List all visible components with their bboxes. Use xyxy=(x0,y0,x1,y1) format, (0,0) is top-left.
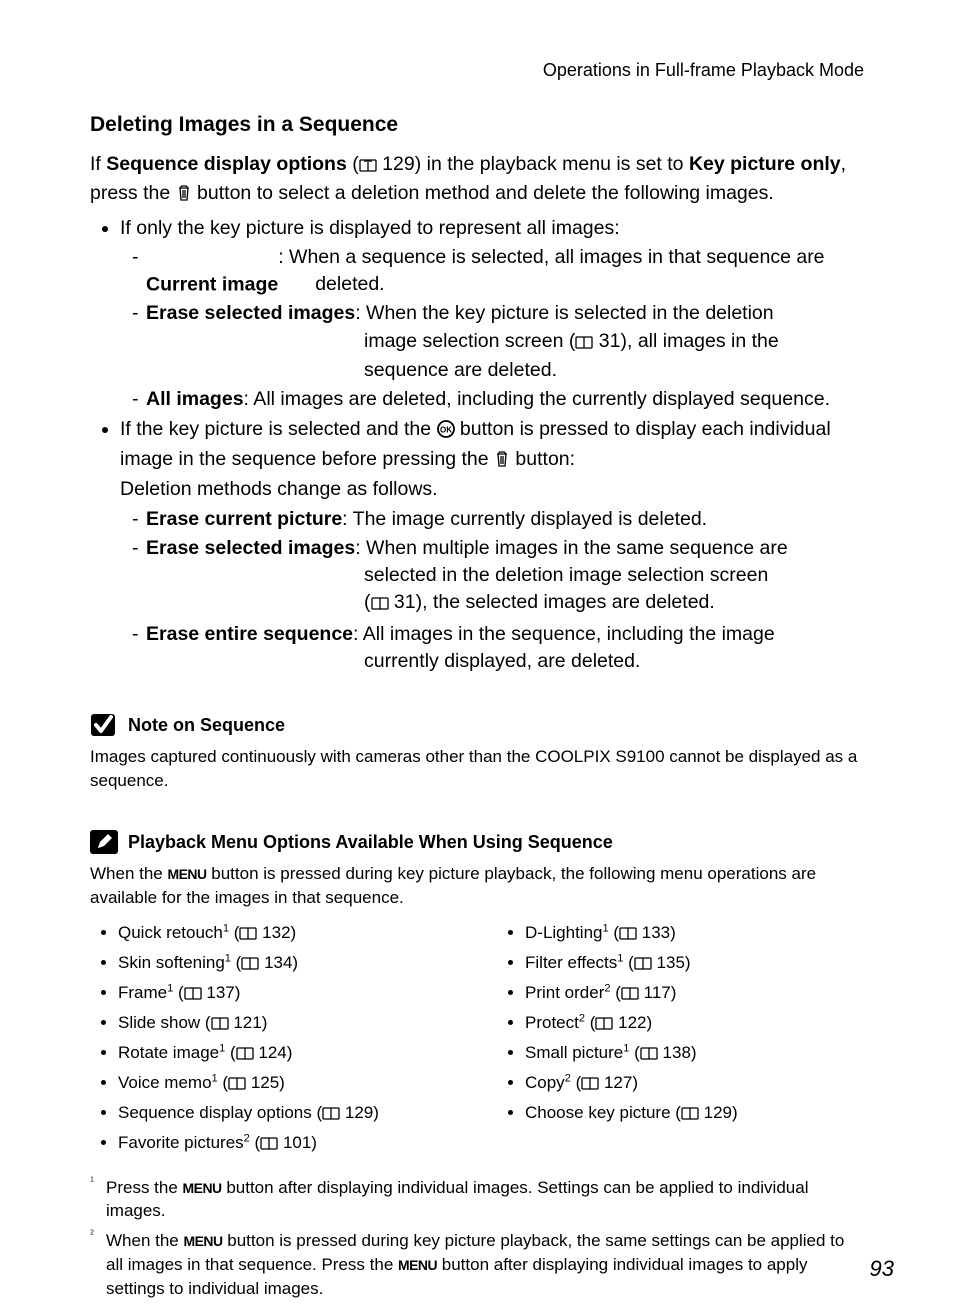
text: : When multiple images in the same seque… xyxy=(355,537,787,559)
page-ref: 31 xyxy=(599,330,621,352)
menu-option: Small picture1 ( 138) xyxy=(525,1039,864,1069)
menu-option: Slide show ( 121) xyxy=(118,1009,457,1039)
page-ref-icon xyxy=(211,1011,229,1039)
ok-icon: OK xyxy=(437,419,455,446)
page-ref-icon xyxy=(371,591,389,618)
menu-option: Copy2 ( 127) xyxy=(525,1069,864,1099)
footnote-1: 1 Press the MENU button after displaying… xyxy=(90,1176,864,1224)
label: Erase entire sequence xyxy=(146,623,353,645)
menu-option: Protect2 ( 122) xyxy=(525,1009,864,1039)
text: : When the key picture is selected in th… xyxy=(355,302,773,324)
bullet-individual-images: If the key picture is selected and the O… xyxy=(120,416,864,676)
running-header: Operations in Full-frame Playback Mode xyxy=(90,60,864,81)
menu-options-right: D-Lighting1 ( 133)Filter effects1 ( 135)… xyxy=(497,919,864,1129)
text: Press the xyxy=(106,1178,183,1197)
text: currently displayed, are deleted. xyxy=(146,648,640,675)
note-body: Images captured continuously with camera… xyxy=(90,745,864,792)
sub-current-image: - Current image: When a sequence is sele… xyxy=(132,244,864,299)
text: Deletion methods change as follows. xyxy=(120,478,438,500)
page-ref-icon xyxy=(595,1011,613,1039)
menu-option: D-Lighting1 ( 133) xyxy=(525,919,864,949)
text: When the xyxy=(106,1231,184,1250)
text: If the key picture is selected and the xyxy=(120,418,437,440)
sub-all-images: - All images: All images are deleted, in… xyxy=(132,386,864,413)
section-title: Deleting Images in a Sequence xyxy=(90,113,864,137)
page-ref-icon xyxy=(681,1101,699,1129)
page-ref-icon xyxy=(236,1041,254,1069)
menu-button-label: MENU xyxy=(398,1257,437,1273)
text: selected in the deletion image selection… xyxy=(146,562,768,619)
menu-option: Voice memo1 ( 125) xyxy=(118,1069,457,1099)
footnote-2: 2 When the MENU button is pressed during… xyxy=(90,1229,864,1300)
text: ) in the playback menu is set to xyxy=(415,153,689,175)
sub-erase-current: - Erase current picture: The image curre… xyxy=(132,506,864,533)
page-ref-icon xyxy=(581,1071,599,1099)
page-ref-icon xyxy=(322,1101,340,1129)
page-ref-icon xyxy=(619,921,637,949)
text: When the xyxy=(90,864,168,883)
page-ref-icon xyxy=(621,981,639,1009)
text: : All images in the sequence, including … xyxy=(353,623,775,645)
page-ref-icon xyxy=(260,1131,278,1159)
text: button to select a deletion method and d… xyxy=(192,182,774,204)
menu-option: Choose key picture ( 129) xyxy=(525,1099,864,1129)
page-ref-icon xyxy=(241,951,259,979)
playback-menu-note: Playback Menu Options Available When Usi… xyxy=(90,828,864,1300)
text: : When a sequence is selected, all image… xyxy=(278,246,824,268)
sub-erase-selected: - Erase selected images: When the key pi… xyxy=(132,300,864,384)
page-ref-icon xyxy=(575,330,593,357)
page-ref-icon xyxy=(359,153,377,180)
menu-option: Favorite pictures2 ( 101) xyxy=(118,1129,457,1159)
label: Current image xyxy=(146,273,278,295)
text: If xyxy=(90,153,106,175)
menu-option: Quick retouch1 ( 132) xyxy=(118,919,457,949)
pencil-box-icon xyxy=(90,828,118,856)
menu-button-label: MENU xyxy=(168,866,207,882)
trash-icon xyxy=(494,449,510,476)
note-on-sequence: Note on Sequence Images captured continu… xyxy=(90,711,864,792)
menu-option: Skin softening1 ( 134) xyxy=(118,949,457,979)
text: ( xyxy=(347,153,359,175)
menu-button-label: MENU xyxy=(183,1180,222,1196)
page-ref: 129 xyxy=(382,153,415,175)
sub-erase-entire: - Erase entire sequence: All images in t… xyxy=(132,621,864,676)
page-ref-icon xyxy=(228,1071,246,1099)
page-ref-icon xyxy=(634,951,652,979)
page-ref-icon xyxy=(239,921,257,949)
text: image selection screen ( 31), all images… xyxy=(146,328,779,385)
page-ref: 31 xyxy=(394,591,416,613)
note-title: Note on Sequence xyxy=(128,715,285,736)
checkmark-box-icon xyxy=(90,711,118,739)
svg-text:OK: OK xyxy=(440,425,452,434)
label: Erase selected images xyxy=(146,302,355,324)
menu-option: Print order2 ( 117) xyxy=(525,979,864,1009)
menu-options-left: Quick retouch1 ( 132)Skin softening1 ( 1… xyxy=(90,919,457,1159)
menu-option: Filter effects1 ( 135) xyxy=(525,949,864,979)
label: Erase current picture xyxy=(146,508,342,530)
text: button: xyxy=(510,448,575,470)
menu-button-label: MENU xyxy=(184,1233,223,1249)
page-number: 93 xyxy=(870,1256,894,1282)
intro-paragraph: If Sequence display options ( 129) in th… xyxy=(90,151,864,211)
label: Erase selected images xyxy=(146,537,355,559)
menu-option: Sequence display options ( 129) xyxy=(118,1099,457,1129)
page-ref-icon xyxy=(640,1041,658,1069)
text: : All images are deleted, including the … xyxy=(244,388,830,410)
bullet-key-picture-only: If only the key picture is displayed to … xyxy=(120,215,864,414)
text-bold: Sequence display options xyxy=(106,153,347,175)
note-body: When the MENU button is pressed during k… xyxy=(90,862,864,909)
sub-erase-selected-2: - Erase selected images: When multiple i… xyxy=(132,535,864,619)
text: If only the key picture is displayed to … xyxy=(120,217,620,239)
page-ref-icon xyxy=(184,981,202,1009)
label: All images xyxy=(146,388,244,410)
text: deleted. xyxy=(278,273,384,295)
menu-option: Frame1 ( 137) xyxy=(118,979,457,1009)
note-title: Playback Menu Options Available When Usi… xyxy=(128,832,613,853)
trash-icon xyxy=(176,183,192,210)
text-bold: Key picture only xyxy=(689,153,841,175)
menu-option: Rotate image1 ( 124) xyxy=(118,1039,457,1069)
text: : The image currently displayed is delet… xyxy=(342,508,707,530)
